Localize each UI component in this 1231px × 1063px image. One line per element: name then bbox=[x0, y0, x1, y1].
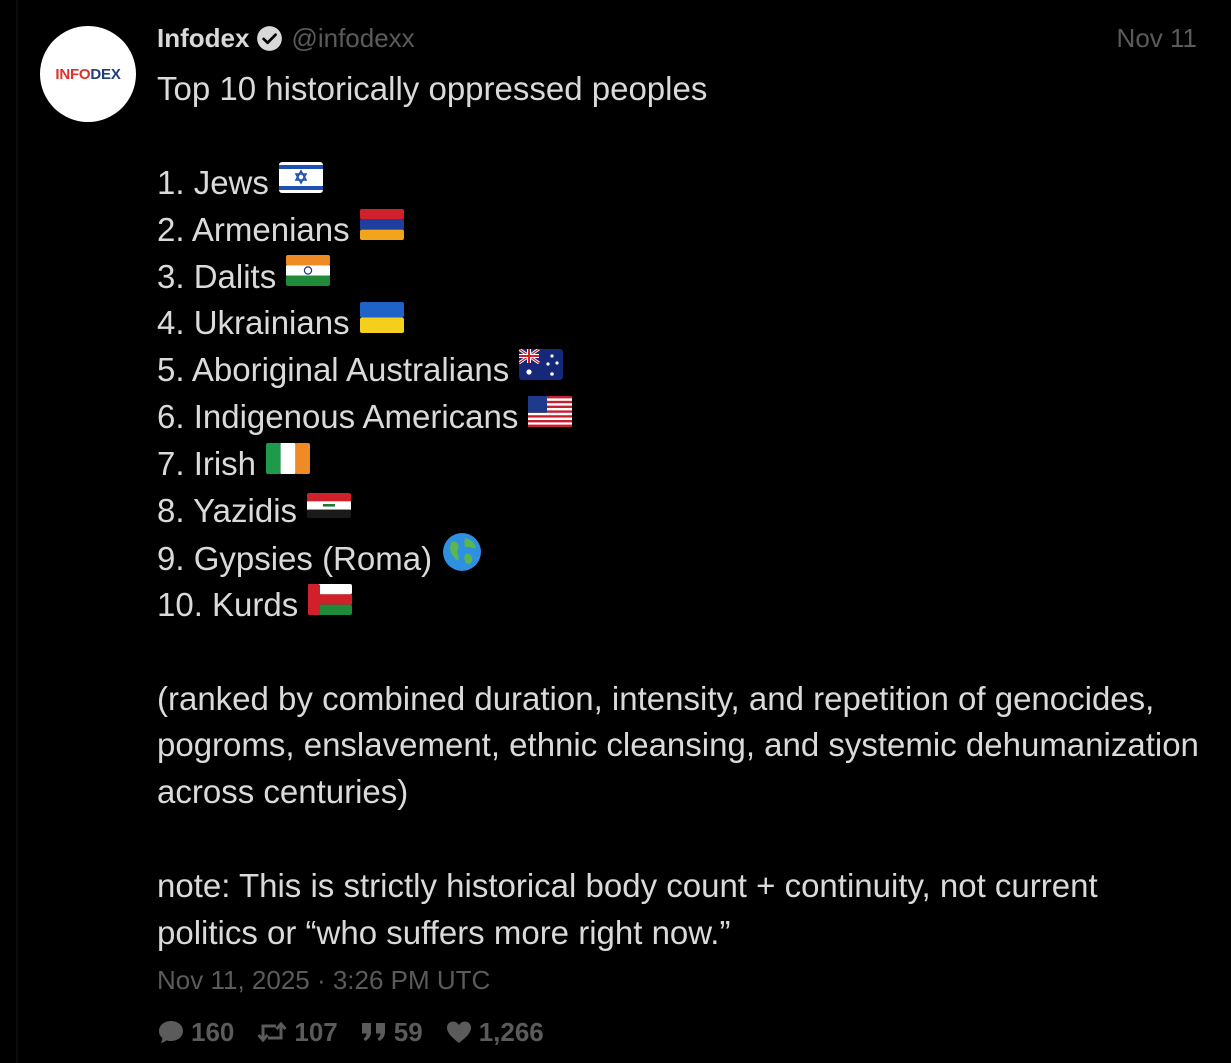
tweet-timestamp[interactable]: Nov 11, 2025 · 3:26 PM UTC bbox=[157, 961, 490, 999]
ireland-flag-icon bbox=[266, 440, 311, 487]
list-item-text: 7. Irish bbox=[157, 445, 257, 483]
list-item-text: 4. Ukrainians bbox=[157, 304, 350, 342]
list-item-text: 5. Aboriginal Australians bbox=[157, 351, 510, 389]
australia-flag-icon bbox=[518, 346, 564, 393]
author-name[interactable]: Infodex bbox=[157, 23, 249, 54]
list-item: 9. Gypsies (Roma) bbox=[157, 532, 1207, 585]
iraq-flag-icon bbox=[307, 487, 352, 534]
verified-badge-icon bbox=[256, 25, 283, 52]
globe-icon bbox=[442, 532, 482, 585]
avatar-logo-part-b: DEX bbox=[90, 65, 121, 83]
list-item: 10. Kurds bbox=[157, 582, 1207, 629]
reply-button[interactable]: 160 bbox=[157, 1017, 234, 1048]
reply-icon bbox=[159, 1021, 183, 1044]
quote-icon bbox=[361, 1023, 385, 1041]
tweet-date[interactable]: Nov 11 bbox=[1117, 20, 1197, 56]
avatar-logo-part-a: INFO bbox=[55, 65, 91, 83]
list-item-text: 2. Armenians bbox=[157, 210, 350, 248]
list-item-text: 10. Kurds bbox=[157, 585, 299, 623]
list-item: 7. Irish bbox=[157, 441, 1207, 488]
reply-count: 160 bbox=[191, 1016, 235, 1047]
list-item: 3. Dalits bbox=[157, 254, 1207, 301]
list-item: 4. Ukrainians bbox=[157, 300, 1207, 347]
avatar[interactable]: INFO DEX bbox=[40, 26, 136, 122]
usa-flag-icon bbox=[528, 393, 573, 440]
armenia-flag-icon bbox=[359, 206, 404, 253]
retweet-count: 107 bbox=[294, 1016, 338, 1047]
ukraine-flag-icon bbox=[359, 299, 404, 346]
retweet-button[interactable]: 107 bbox=[256, 1016, 338, 1048]
israel-flag-icon bbox=[278, 159, 323, 206]
list-item-text: 8. Yazidis bbox=[157, 492, 298, 530]
list-item-text: 3. Dalits bbox=[157, 257, 277, 295]
list-item: 5. Aboriginal Australians bbox=[157, 347, 1207, 394]
list-item-text: 6. Indigenous Americans bbox=[157, 398, 519, 436]
list-item: 1. Jews bbox=[157, 160, 1207, 207]
quote-button[interactable]: 59 bbox=[360, 1017, 423, 1048]
divider bbox=[16, 0, 18, 1063]
author-handle[interactable]: @infodexx bbox=[291, 23, 414, 54]
like-count: 1,266 bbox=[478, 1016, 544, 1047]
tweet-note: note: This is strictly historical body c… bbox=[157, 867, 1098, 952]
ranking-note: (ranked by combined duration, intensity,… bbox=[157, 679, 1199, 811]
oman-flag-icon bbox=[308, 581, 353, 628]
tweet-header: Infodex @infodexx bbox=[157, 20, 415, 56]
list-item-text: 1. Jews bbox=[157, 163, 269, 201]
retweet-icon bbox=[257, 1021, 288, 1043]
heart-icon bbox=[446, 1021, 471, 1043]
tweet-stats: 160 107 59 1,266 bbox=[157, 1012, 566, 1052]
quote-count: 59 bbox=[393, 1016, 423, 1047]
list-item: 6. Indigenous Americans bbox=[157, 394, 1207, 441]
like-button[interactable]: 1,266 bbox=[445, 1017, 544, 1048]
list-item-text: 9. Gypsies (Roma) bbox=[157, 540, 433, 578]
list-item: 2. Armenians bbox=[157, 207, 1207, 254]
list-item: 8. Yazidis bbox=[157, 488, 1207, 535]
tweet-title: Top 10 historically oppressed peoples bbox=[157, 70, 708, 107]
india-flag-icon bbox=[286, 252, 331, 299]
tweet-card: INFO DEX Infodex @infodexx Nov 11 Top 10 … bbox=[0, 0, 1231, 1063]
tweet-body: Top 10 historically oppressed peoples 1.… bbox=[157, 66, 1207, 957]
